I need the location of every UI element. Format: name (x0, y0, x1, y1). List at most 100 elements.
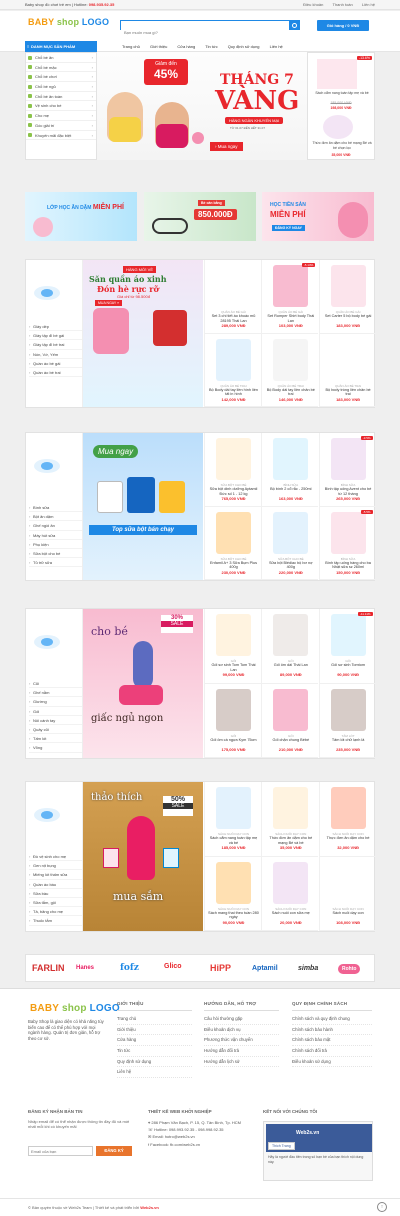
product-card[interactable]: QUẦN ÁO BÉ GÁI Set Carter 5 bộ body bé gá… (318, 260, 376, 334)
section-category-item[interactable]: Tấm lót (29, 734, 82, 744)
footer-link[interactable]: Chính sách đổi trả (292, 1046, 372, 1057)
product-image[interactable] (330, 787, 366, 829)
section-category-item[interactable]: Quây cũi (29, 725, 82, 734)
hotline[interactable]: 098.935.92.35 (89, 2, 115, 7)
product-name[interactable]: Bộ Body dài tay liền chân bé trai (265, 388, 316, 397)
product-image[interactable] (273, 787, 309, 829)
footer-logo[interactable]: BABY shop LOGO (30, 1003, 120, 1014)
footer-link[interactable]: Điều khoản sử dụng (292, 1057, 372, 1068)
product-name[interactable]: Sữa bột Blédiac bộ bơ nợ 400g (265, 561, 316, 570)
footer-link[interactable]: Phương thức vận chuyển (204, 1035, 279, 1047)
product-name[interactable]: Set Carter 5 bộ body bé gái (323, 314, 374, 319)
product-name[interactable]: Gối ôm cà ngựa Kym 75cm (208, 738, 259, 743)
brand-logo[interactable]: fofz (120, 963, 139, 973)
product-image[interactable] (330, 861, 366, 904)
sidebar-item[interactable]: Chỗ bé ăn toàn (26, 92, 96, 102)
footer-link[interactable]: Chính sách bảo hành (292, 1025, 372, 1036)
brand-logo[interactable]: FARLIN (32, 963, 65, 973)
contact-email-text[interactable]: Email: hotro@web2s.vn (152, 1134, 194, 1139)
logo[interactable]: BABY shop LOGO (28, 17, 109, 27)
product-name[interactable]: Thực đơn ăn dặm cho bé (323, 836, 374, 841)
product-name[interactable]: Sách nuôi con sữa mẹ (265, 911, 316, 916)
product-image[interactable] (273, 614, 309, 656)
facebook-page-widget[interactable]: Web2s.vn Thích Trang Hãy là người đầu ti… (263, 1121, 373, 1181)
product-card[interactable]: GỐI Gối sơ sinh Tom Tom Thái Lan 99,000 VN… (204, 609, 261, 684)
product-image[interactable] (330, 614, 366, 656)
topbar-link-payment[interactable]: Thanh toán (333, 2, 353, 7)
footer-link[interactable]: Giới thiệu (117, 1025, 192, 1036)
product-image[interactable] (216, 787, 251, 829)
section-category-item[interactable]: Bình sữa (29, 503, 82, 512)
section-category-item[interactable]: Tả, băng cho mẹ (29, 907, 82, 917)
sidebar-item[interactable]: Chỗ bé chơi (26, 72, 96, 83)
hero-slider[interactable]: Giảm đến 45% THÁNG 7 VÀNG HÀNG NGÀN KHUY… (97, 52, 307, 160)
section-category-item[interactable]: Thuốc tắm (29, 916, 82, 926)
sidebar-item[interactable]: Chỗ bé ăn (26, 53, 96, 63)
section-banner[interactable]: thảo thích 50% SALE mua sắm (83, 782, 203, 931)
section-category-item[interactable]: Cũi (29, 679, 82, 688)
section-category-item[interactable]: Đồ vệ sinh cho mẹ (29, 852, 82, 861)
sidebar-item[interactable]: Chỗ bé ngủ (26, 82, 96, 92)
product-name[interactable]: Sách nuôi dạy con (323, 911, 374, 916)
section-banner[interactable]: HÀNG MỚI VỀ Săn quần áo xinh Đón hè rực rỡ… (83, 260, 203, 407)
footer-link[interactable]: Trang chủ (117, 1014, 192, 1025)
section-banner[interactable]: cho bé 30% SALE giấc ngủ ngon (83, 609, 203, 758)
section-category-item[interactable]: Ghế ngồi ăn (29, 521, 82, 531)
promo-banner-prenatal-class[interactable]: HỌC TIỀN SẢN MIỄN PHÍ ĐĂNG KÝ NGAY (262, 192, 374, 241)
contact-phone-text[interactable]: Hotline: 098.993.92.35 - 098.998.92.35 (154, 1127, 223, 1132)
product-card[interactable]: GỐI Gối ôm dài Thái Lan 89,000 VNĐ (261, 609, 319, 684)
promo-banner-balance-bike[interactable]: Bé cân bằng 850.000Đ (144, 192, 256, 241)
section-category-item[interactable]: Giường (29, 697, 82, 707)
menu-about[interactable]: Giới thiệu (150, 44, 167, 49)
sidebar-item[interactable]: Chỗ bé mặc (26, 63, 96, 73)
topbar-link-contact[interactable]: Liên hệ (362, 2, 375, 7)
product-card[interactable]: -5.13% QUẦN ÁO BÉ GÁI Set Romper Shirt bod… (261, 260, 319, 334)
product-image[interactable] (330, 265, 366, 307)
section-category-item[interactable]: Quần áo bầu (29, 880, 82, 889)
product-image[interactable] (317, 59, 357, 89)
product-name[interactable]: Thức đơn ăn dặm cho bé mạng Bé và bé chọ… (311, 141, 373, 150)
product-image[interactable] (216, 338, 251, 381)
product-card[interactable]: TẤM LÓT Tấm lót chữ lạnh lâ 235,000 VNĐ (318, 683, 376, 758)
search-input[interactable] (121, 28, 289, 37)
footer-link[interactable]: Tin tức (117, 1046, 192, 1057)
section-category-item[interactable]: Giày tập đi bé gái (29, 331, 82, 341)
product-image[interactable] (330, 511, 366, 554)
product-name[interactable]: Set 3 chi tiết áo khoác mũ 28195 Thái La… (208, 314, 259, 323)
product-card[interactable]: BÌNH SỮA Bộ bình 2 cổ rắc - 250ml 163,000 … (261, 433, 319, 507)
product-name[interactable]: Sách cẩm nang toàn tập mẹ và bé (208, 836, 259, 845)
section-category-item[interactable]: Máy hút sữa (29, 531, 82, 540)
contact-facebook-text[interactable]: Facebook: fb.com/web2s.vn (150, 1142, 200, 1147)
category-menu-button[interactable]: DANH MỤC SẢN PHẨM (25, 41, 97, 52)
back-to-top-icon[interactable]: ↑ (377, 1202, 387, 1212)
product-image[interactable] (216, 614, 251, 656)
menu-terms[interactable]: Quy định sử dụng (228, 44, 260, 49)
product-card[interactable]: GỐI Gối chặn chung Bébé 210,000 VNĐ (261, 683, 319, 758)
footer-link[interactable]: Câu hỏi thường gặp (204, 1014, 279, 1025)
product-image[interactable] (273, 338, 309, 381)
product-image[interactable] (273, 861, 309, 904)
section-category-item[interactable]: Sữa bầu (29, 889, 82, 898)
product-card[interactable]: QUẦN ÁO BÉ TRAI Bộ body tròng liền chân b… (318, 333, 376, 407)
section-banner[interactable]: Mua ngay Top sữa bột bán chạy (83, 433, 203, 580)
facebook-page-name[interactable]: Web2s.vn (296, 1130, 319, 1136)
facebook-like-button[interactable]: Thích Trang (268, 1142, 295, 1150)
product-card[interactable]: SỮA BỘT CHO BÉ Sữa bột dinh dưỡng Aptamil… (204, 433, 261, 507)
section-category-item[interactable]: Miếng lót thấm sữa (29, 870, 82, 880)
brand-logo[interactable]: HiPP (210, 963, 231, 973)
hero-cta-button[interactable]: › Mua ngay (210, 142, 243, 151)
product-card[interactable]: SÁCH NUÔI DẠY CON Sách cẩm nang toàn tập … (204, 782, 261, 857)
product-card[interactable]: SỮA BỘT CHO BÉ Sữa bột Blédiac bộ bơ nợ 4… (261, 506, 319, 580)
product-image[interactable] (273, 688, 309, 731)
brand-logo[interactable]: Aptamil (252, 965, 278, 972)
product-image[interactable] (330, 438, 366, 480)
footer-link[interactable]: Hướng dẫn đổi trả (204, 1046, 279, 1057)
product-card[interactable]: -3.5% BÌNH SỮA Bình tập uống Avent cho bé … (318, 433, 376, 507)
product-name[interactable]: Sữa bột dinh dưỡng Aptamil Đức số 1 - 12… (208, 487, 259, 496)
product-card[interactable]: SÁCH NUÔI DẠY CON Sách mang thai theo tuầ… (204, 856, 261, 931)
footer-link[interactable]: Quy định sử dụng (117, 1057, 192, 1068)
product-name[interactable]: Gối sơ sinh Tomtom (323, 663, 374, 668)
sidebar-item[interactable]: Cho mẹ (26, 111, 96, 121)
product-image[interactable] (216, 265, 251, 307)
brand-logo[interactable]: Glico (164, 963, 182, 970)
